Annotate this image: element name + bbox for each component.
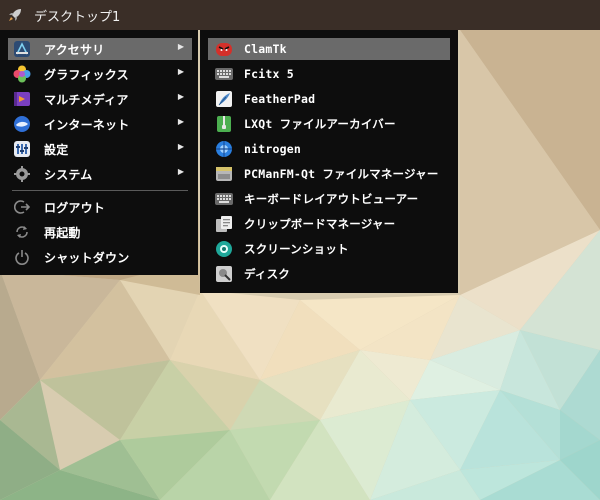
clamtk-icon bbox=[214, 39, 234, 59]
menu-item-reboot[interactable]: 再起動 bbox=[8, 221, 192, 243]
submenu-item-label: FeatherPad bbox=[244, 92, 316, 106]
keyboard-icon bbox=[214, 64, 234, 84]
archiver-icon bbox=[214, 114, 234, 134]
submenu-item-label: PCManFM-Qt ファイルマネージャー bbox=[244, 167, 439, 181]
submenu-item-clamtk[interactable]: ClamTk bbox=[208, 38, 450, 60]
accessories-icon bbox=[11, 38, 33, 60]
menu-item-label: システム bbox=[44, 167, 93, 182]
graphics-icon bbox=[11, 63, 33, 85]
submenu-item-keyboard-layout-viewer[interactable]: キーボードレイアウトビューアー bbox=[208, 188, 450, 210]
submenu-item-nitrogen[interactable]: nitrogen bbox=[208, 138, 450, 160]
start-menu-button[interactable] bbox=[0, 0, 30, 30]
screenshot-icon bbox=[214, 239, 234, 259]
menu-item-settings[interactable]: 設定 ▶ bbox=[8, 138, 192, 160]
submenu-item-label: ClamTk bbox=[244, 42, 287, 56]
submenu-item-clipboard-manager[interactable]: クリップボードマネージャー bbox=[208, 213, 450, 235]
menu-item-accessories[interactable]: アクセサリ ▶ bbox=[8, 38, 192, 60]
submenu-arrow-icon: ▶ bbox=[177, 67, 184, 76]
menu-item-label: 再起動 bbox=[44, 225, 81, 240]
featherpad-icon bbox=[214, 89, 234, 109]
menu-item-label: 設定 bbox=[44, 142, 69, 157]
menu-item-label: アクセサリ bbox=[44, 42, 105, 57]
main-menu: アクセサリ ▶ グラフィックス ▶ マルチメディア ▶ インターネット ▶ 設定… bbox=[0, 30, 198, 275]
menu-item-shutdown[interactable]: シャットダウン bbox=[8, 246, 192, 268]
submenu-item-label: Fcitx 5 bbox=[244, 67, 294, 81]
internet-icon bbox=[11, 113, 33, 135]
logout-icon bbox=[11, 196, 33, 218]
submenu-item-label: キーボードレイアウトビューアー bbox=[244, 192, 419, 206]
menu-item-internet[interactable]: インターネット ▶ bbox=[8, 113, 192, 135]
menu-item-label: ログアウト bbox=[44, 200, 106, 215]
submenu-item-label: クリップボードマネージャー bbox=[244, 217, 396, 231]
menu-item-label: マルチメディア bbox=[44, 92, 129, 107]
system-icon bbox=[11, 163, 33, 185]
submenu-item-label: ディスク bbox=[244, 267, 290, 281]
disk-icon bbox=[214, 264, 234, 284]
shutdown-icon bbox=[11, 246, 33, 268]
clipboard-icon bbox=[214, 214, 234, 234]
submenu-item-pcmanfm-qt[interactable]: PCManFM-Qt ファイルマネージャー bbox=[208, 163, 450, 185]
submenu-item-featherpad[interactable]: FeatherPad bbox=[208, 88, 450, 110]
menu-item-multimedia[interactable]: マルチメディア ▶ bbox=[8, 88, 192, 110]
menu-item-label: インターネット bbox=[44, 117, 130, 132]
submenu-item-label: LXQt ファイルアーカイバー bbox=[244, 117, 396, 131]
rocket-icon bbox=[9, 9, 21, 21]
submenu-item-screenshot[interactable]: スクリーンショット bbox=[208, 238, 450, 260]
menu-separator bbox=[12, 190, 188, 191]
accessories-submenu: ClamTk Fcitx 5 FeatherPad LXQt ファイルアーカイバ… bbox=[200, 30, 458, 293]
submenu-arrow-icon: ▶ bbox=[177, 167, 184, 176]
submenu-item-label: スクリーンショット bbox=[244, 242, 349, 256]
menu-item-logout[interactable]: ログアウト bbox=[8, 196, 192, 218]
submenu-item-disks[interactable]: ディスク bbox=[208, 263, 450, 285]
menu-item-system[interactable]: システム ▶ bbox=[8, 163, 192, 185]
file-manager-icon bbox=[214, 164, 234, 184]
submenu-item-fcitx5[interactable]: Fcitx 5 bbox=[208, 63, 450, 85]
menu-item-graphics[interactable]: グラフィックス ▶ bbox=[8, 63, 192, 85]
submenu-arrow-icon: ▶ bbox=[177, 142, 184, 151]
desktop-title: デスクトップ1 bbox=[34, 9, 121, 25]
settings-icon bbox=[11, 138, 33, 160]
taskbar: デスクトップ1 bbox=[0, 0, 600, 30]
submenu-item-lxqt-archiver[interactable]: LXQt ファイルアーカイバー bbox=[208, 113, 450, 135]
submenu-item-label: nitrogen bbox=[244, 142, 301, 156]
multimedia-icon bbox=[11, 88, 33, 110]
keyboard-icon bbox=[214, 189, 234, 209]
nitrogen-icon bbox=[214, 139, 234, 159]
menu-item-label: シャットダウン bbox=[44, 250, 130, 265]
submenu-arrow-icon: ▶ bbox=[177, 92, 184, 101]
reboot-icon bbox=[11, 221, 33, 243]
menu-item-label: グラフィックス bbox=[44, 67, 129, 82]
submenu-arrow-icon: ▶ bbox=[177, 117, 184, 126]
submenu-arrow-icon: ▶ bbox=[177, 42, 184, 51]
